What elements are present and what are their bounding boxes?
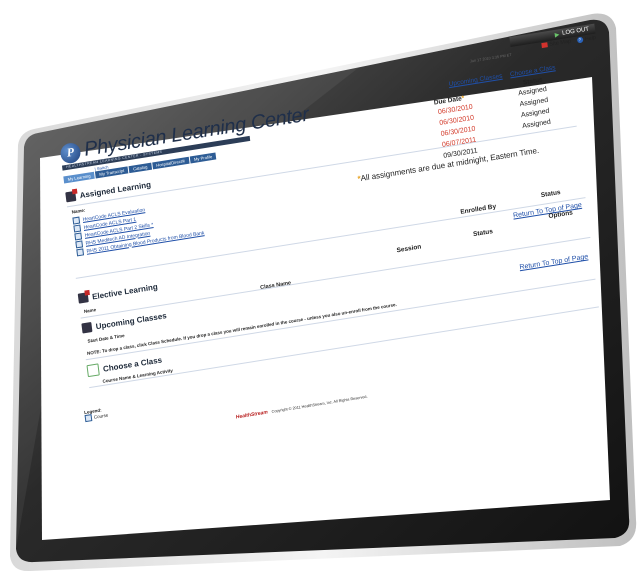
choose-class-link[interactable]: Choose a Class (510, 64, 556, 78)
legend-course-label: Course (93, 412, 109, 420)
session-header: Session (396, 243, 422, 255)
help-icon: ? (576, 36, 584, 44)
assigned-learning-title: Assigned Learning (79, 179, 152, 200)
upcoming-classes-heading: Upcoming Classes (81, 310, 167, 334)
course-icon (73, 224, 82, 233)
help-link[interactable]: ? Help (576, 34, 597, 44)
tab-hospital-direct[interactable]: HospitalDirect® (151, 156, 190, 170)
due-date-star: * (461, 94, 465, 103)
logo-icon: P (59, 141, 82, 165)
help-label: Help (584, 34, 597, 43)
site-map-icon (541, 42, 548, 49)
checklist-icon (86, 363, 100, 378)
elective-learning-heading: Elective Learning (77, 281, 159, 304)
upcoming-status-header: Status (472, 228, 494, 239)
tab-catalog[interactable]: Catalog (128, 162, 152, 174)
tab-my-profile[interactable]: My Profile (189, 152, 217, 164)
tab-my-learning[interactable]: My Learning (63, 171, 95, 184)
elective-learning-title: Elective Learning (91, 281, 159, 301)
course-icon (75, 240, 84, 249)
current-datetime: Jun 17 2010 3:35 PM ET (469, 52, 512, 64)
elective-learning-icon (77, 292, 89, 304)
elective-status-header: Status (540, 188, 561, 200)
assigned-name-header: Name: (71, 207, 86, 215)
healthstream-logo: HealthStream (235, 409, 269, 421)
play-arrow-icon: ▶ (554, 31, 560, 39)
return-to-top-link-2[interactable]: Return To Top of Page (519, 253, 588, 271)
upcoming-classes-link[interactable]: Upcoming Classes (448, 73, 502, 88)
course-icon (76, 248, 85, 257)
status-column: Assigned Assigned Assigned Assigned (518, 84, 552, 132)
screen: ▶ LOG OUT Site Map ? Help Jun 17 2010 3:3… (0, 0, 644, 579)
footer: HealthStream Copyright © 2011 HealthStre… (236, 394, 368, 421)
page-title: Physician Learning Center (82, 103, 310, 161)
assigned-learning-icon (65, 190, 77, 203)
learning-center-page: ▶ LOG OUT Site Map ? Help Jun 17 2010 3:3… (52, 23, 632, 466)
copyright-text: Copyright © 2011 HealthStream, Inc. All … (271, 394, 368, 414)
start-date-header: Start Date & Time (87, 332, 125, 344)
upcoming-divider (80, 236, 591, 319)
due-dates-column: 06/30/2010 06/30/2010 06/30/2010 06/07/2… (437, 102, 478, 162)
course-icon (74, 232, 83, 241)
course-icon (72, 216, 81, 225)
legend: Legend: Course (84, 407, 109, 423)
elective-name-header: Name (83, 307, 97, 314)
calendar-icon (81, 321, 93, 334)
course-icon (84, 414, 93, 423)
